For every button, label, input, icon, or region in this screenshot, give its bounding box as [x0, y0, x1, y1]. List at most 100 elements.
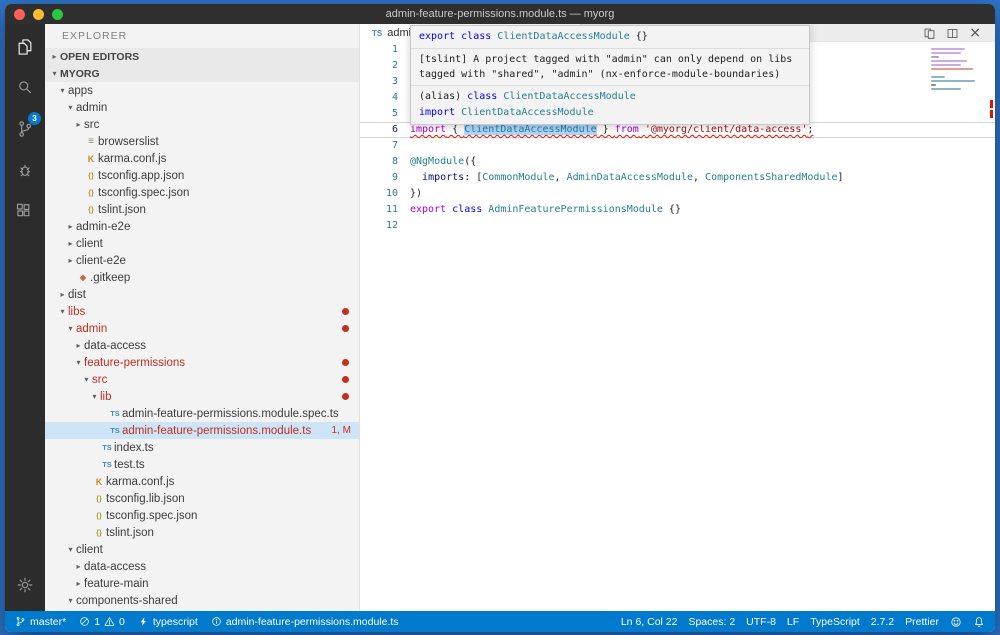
- problems-status[interactable]: 10: [79, 616, 125, 628]
- minimize-window-button[interactable]: [33, 9, 44, 20]
- tree-item-tsconfig-lib-json[interactable]: {}tsconfig.lib.json: [45, 490, 359, 507]
- chevron-right-icon: ▸: [65, 256, 76, 265]
- status-text: 2.7.2: [871, 616, 894, 628]
- split-editor-button[interactable]: [946, 27, 959, 40]
- item-label: test.ts: [114, 459, 145, 471]
- tree-item-tslint-json[interactable]: {}tslint.json: [45, 201, 359, 218]
- tree-item-data-access[interactable]: ▸data-access: [45, 337, 359, 354]
- item-label: karma.conf.js: [98, 153, 166, 165]
- tree-item-admin[interactable]: ▾admin: [45, 99, 359, 116]
- json-file-icon: {}: [84, 205, 98, 214]
- tree-item-tsconfig-spec-json[interactable]: {}tsconfig.spec.json: [45, 507, 359, 524]
- hover-quickinfo: (alias) class ClientDataAccessModuleimpo…: [411, 86, 809, 124]
- error-dot: [342, 359, 349, 366]
- tree-item-admin-feature-permissions-module-spec-ts[interactable]: TSadmin-feature-permissions.module.spec.…: [45, 405, 359, 422]
- tree-item-lib[interactable]: ▾lib: [45, 388, 359, 405]
- tree-item-feature-permissions[interactable]: ▾feature-permissions: [45, 354, 359, 371]
- chevron-down-icon: ▾: [73, 358, 84, 367]
- extensions-button[interactable]: [5, 190, 45, 231]
- tree-item-karma-conf-js[interactable]: Kkarma.conf.js: [45, 150, 359, 167]
- open-changes-button[interactable]: [923, 27, 936, 40]
- item-label: .gitkeep: [90, 272, 130, 284]
- line-number: 5: [360, 106, 398, 122]
- debug-icon: [15, 160, 35, 180]
- chevron-down-icon: ▾: [89, 392, 100, 401]
- search-button[interactable]: [5, 67, 45, 108]
- activity-bar: 3: [5, 24, 45, 611]
- encoding[interactable]: UTF-8: [746, 616, 776, 628]
- item-label: tsconfig.app.json: [98, 170, 184, 182]
- error-dot: [342, 393, 349, 400]
- item-label: admin-feature-permissions.module.ts: [122, 425, 311, 437]
- tree-item-tslint-json[interactable]: {}tslint.json: [45, 524, 359, 541]
- feedback[interactable]: [950, 616, 962, 628]
- tree-item-client[interactable]: ▸client: [45, 235, 359, 252]
- item-label: OPEN EDITORS: [60, 51, 139, 63]
- editor-area[interactable]: TS admin-feature-permissions.module.ts ×…: [360, 24, 995, 611]
- source-control-button[interactable]: 3: [5, 108, 45, 149]
- tree-item-tsconfig-app-json[interactable]: {}tsconfig.app.json: [45, 167, 359, 184]
- item-label: client-e2e: [76, 255, 126, 267]
- minimap[interactable]: [929, 44, 979, 106]
- code-line-10: 10}): [360, 186, 995, 202]
- tree-item-client-e2e[interactable]: ▸client-e2e: [45, 252, 359, 269]
- error-dot: [342, 325, 349, 332]
- formatter[interactable]: Prettier: [905, 616, 939, 628]
- section-myorg[interactable]: ▾MYORG: [45, 65, 359, 82]
- tree-item-tsconfig-spec-json[interactable]: {}tsconfig.spec.json: [45, 184, 359, 201]
- section-open-editors[interactable]: ▸OPEN EDITORS: [45, 48, 359, 65]
- tree-item-data-access[interactable]: ▸data-access: [45, 558, 359, 575]
- tree-item-dist[interactable]: ▸dist: [45, 286, 359, 303]
- item-label: tslint.json: [106, 527, 154, 539]
- explorer-button[interactable]: [5, 26, 45, 67]
- line-number: 1: [360, 42, 398, 58]
- item-label: client: [76, 238, 103, 250]
- status-text: master*: [30, 616, 66, 628]
- tree-item-feature-main[interactable]: ▸feature-main: [45, 575, 359, 592]
- tree-item-src[interactable]: ▸src: [45, 116, 359, 133]
- typescript-version[interactable]: 2.7.2: [871, 616, 894, 628]
- status-text: Spaces: 2: [688, 616, 735, 628]
- item-label: MYORG: [60, 68, 100, 80]
- tree-item-test-ts[interactable]: TStest.ts: [45, 456, 359, 473]
- debug-button[interactable]: [5, 149, 45, 190]
- tree-item-index-ts[interactable]: TSindex.ts: [45, 439, 359, 456]
- tree-item-src[interactable]: ▾src: [45, 371, 359, 388]
- line-number: 3: [360, 74, 398, 90]
- status-text: admin-feature-permissions.module.ts: [226, 616, 399, 628]
- tree-item-karma-conf-js[interactable]: Kkarma.conf.js: [45, 473, 359, 490]
- item-label: feature-permissions: [84, 357, 185, 369]
- chevron-right-icon: ▸: [65, 222, 76, 231]
- tslint-status[interactable]: typescript: [138, 616, 198, 628]
- error-marker: [990, 100, 993, 108]
- quickinfo-line: (alias) class ClientDataAccessModule: [419, 89, 801, 105]
- active-file-status[interactable]: admin-feature-permissions.module.ts: [211, 616, 399, 628]
- close-window-button[interactable]: [14, 9, 25, 20]
- status-bar: master* 10 typescript admin-feature-permiss…: [5, 611, 995, 632]
- zoom-window-button[interactable]: [52, 9, 63, 20]
- indentation[interactable]: Spaces: 2: [688, 616, 735, 628]
- tree-item-admin-feature-permissions-module-ts[interactable]: TSadmin-feature-permissions.module.ts1, …: [45, 422, 359, 439]
- item-label: libs: [68, 306, 85, 318]
- tree-item-client[interactable]: ▾client: [45, 541, 359, 558]
- chevron-down-icon: ▾: [65, 103, 76, 112]
- settings-button[interactable]: [5, 564, 45, 605]
- tree-item-browserslist[interactable]: ≡browserslist: [45, 133, 359, 150]
- tree-item-admin[interactable]: ▾admin: [45, 320, 359, 337]
- tree-item-libs[interactable]: ▾libs: [45, 303, 359, 320]
- language-mode[interactable]: TypeScript: [810, 616, 860, 628]
- status-text: typescript: [153, 616, 198, 628]
- cursor-position[interactable]: Ln 6, Col 22: [621, 616, 678, 628]
- git-branch-status[interactable]: master*: [15, 616, 66, 628]
- tree-item-components-shared[interactable]: ▾components-shared: [45, 592, 359, 609]
- karma-file-icon: K: [84, 154, 98, 164]
- eol[interactable]: LF: [787, 616, 799, 628]
- tree-item-apps[interactable]: ▾apps: [45, 82, 359, 99]
- tree-item-admin-e2e[interactable]: ▸admin-e2e: [45, 218, 359, 235]
- chevron-down-icon: ▾: [57, 307, 68, 316]
- close-icon[interactable]: ×: [969, 26, 981, 40]
- tree-item-gitkeep[interactable]: ◆.gitkeep: [45, 269, 359, 286]
- notifications[interactable]: [973, 616, 985, 628]
- item-label: admin-e2e: [76, 221, 130, 233]
- line-number: 4: [360, 90, 398, 106]
